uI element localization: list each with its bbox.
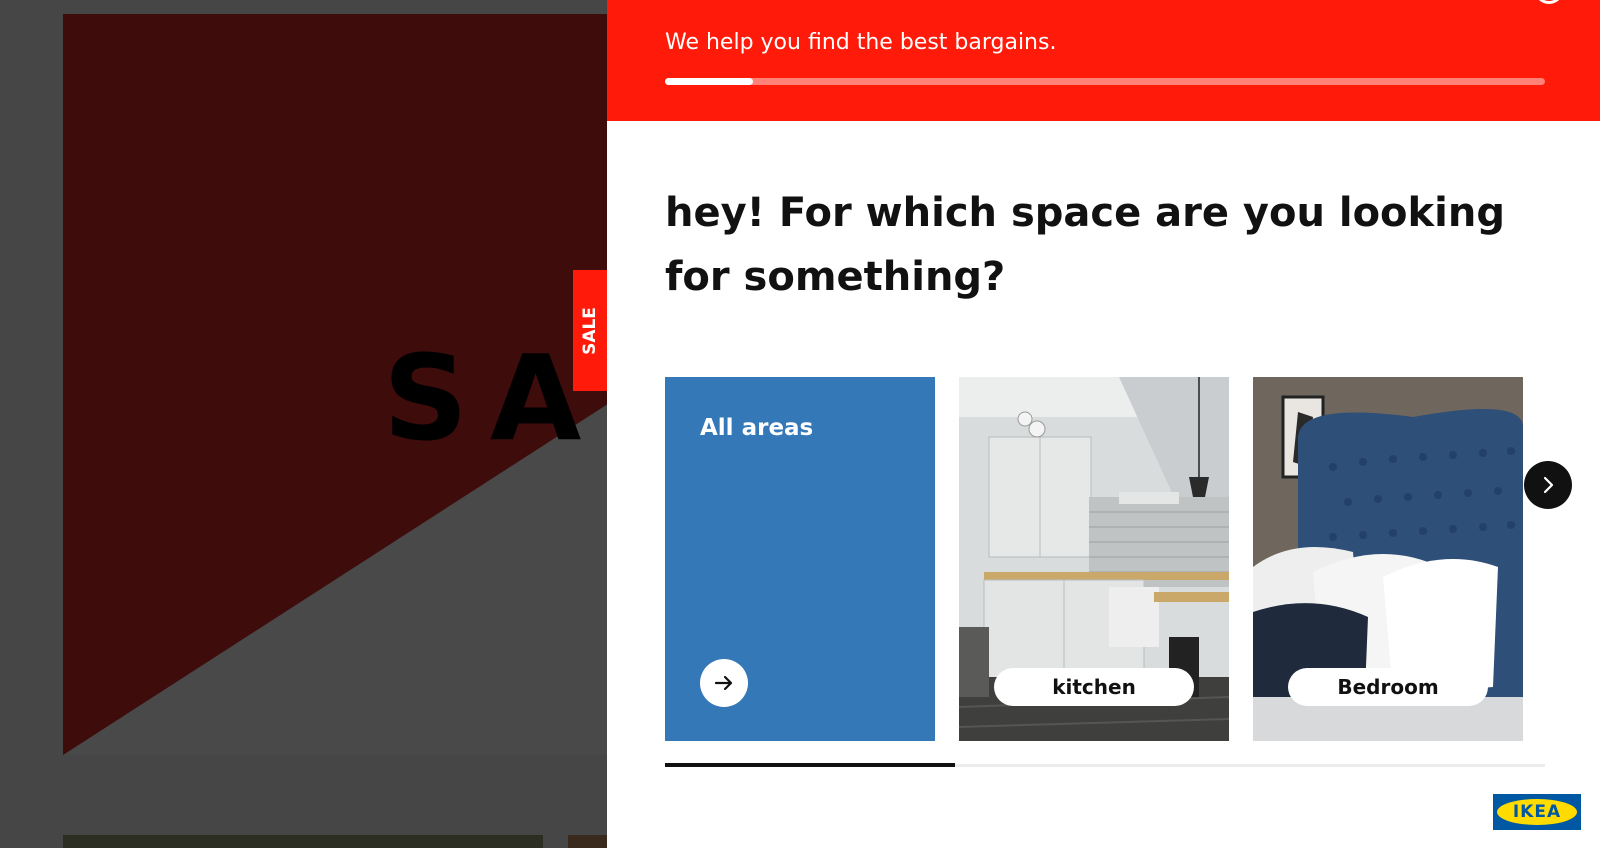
- ikea-logo-text: IKEA: [1512, 802, 1562, 822]
- carousel-next-button[interactable]: [1524, 461, 1572, 509]
- panel-header: We help you find the best bargains.: [607, 0, 1600, 121]
- progress-fill: [665, 78, 753, 85]
- background-thumbnail: [568, 835, 608, 848]
- chevron-right-icon: [1543, 476, 1554, 494]
- arrow-right-icon[interactable]: [700, 659, 748, 707]
- sale-tab[interactable]: SALE: [573, 270, 607, 391]
- card-all-areas[interactable]: All areas: [665, 377, 935, 741]
- space-cards-carousel: All areas kitchen Bedroom: [665, 377, 1545, 741]
- card-bedroom-label: Bedroom: [1288, 668, 1488, 706]
- carousel-scroll-thumb[interactable]: [665, 763, 956, 767]
- ikea-logo: IKEA: [1493, 794, 1581, 830]
- close-icon[interactable]: [1536, 0, 1562, 4]
- card-kitchen[interactable]: kitchen: [959, 377, 1229, 741]
- card-kitchen-label: kitchen: [994, 668, 1194, 706]
- header-text: We help you find the best bargains.: [665, 30, 1057, 55]
- question-heading: hey! For which space are you looking for…: [665, 190, 1505, 300]
- bargain-finder-panel: We help you find the best bargains. hey!…: [607, 0, 1600, 848]
- background-thumbnail: [63, 835, 543, 848]
- card-bedroom[interactable]: Bedroom: [1253, 377, 1523, 741]
- card-all-areas-label: All areas: [700, 415, 814, 441]
- sale-tab-label: SALE: [580, 306, 601, 355]
- carousel-scrollbar[interactable]: [665, 763, 1545, 767]
- progress-bar: [665, 78, 1545, 85]
